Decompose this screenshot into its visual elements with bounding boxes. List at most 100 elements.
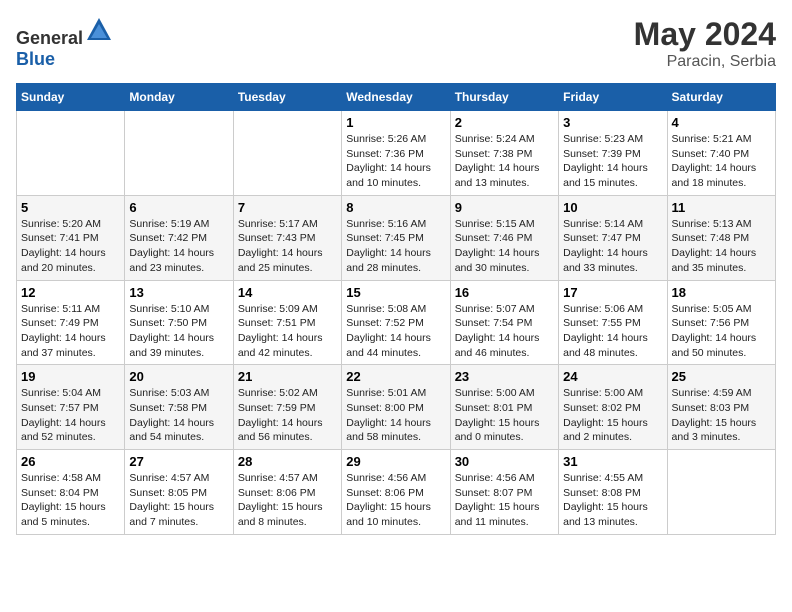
calendar-cell: 12 Sunrise: 5:11 AM Sunset: 7:49 PM Dayli…: [17, 280, 125, 365]
day-number: 14: [238, 285, 337, 300]
calendar-cell: 4 Sunrise: 5:21 AM Sunset: 7:40 PM Daylig…: [667, 111, 775, 196]
day-number: 4: [672, 115, 771, 130]
logo-icon: [85, 16, 113, 44]
day-info: Sunrise: 5:06 AM Sunset: 7:55 PM Dayligh…: [563, 302, 662, 361]
day-number: 1: [346, 115, 445, 130]
calendar-table: SundayMondayTuesdayWednesdayThursdayFrid…: [16, 83, 776, 535]
weekday-header: Friday: [559, 84, 667, 111]
day-number: 28: [238, 454, 337, 469]
day-number: 12: [21, 285, 120, 300]
day-number: 29: [346, 454, 445, 469]
day-number: 20: [129, 369, 228, 384]
day-info: Sunrise: 5:01 AM Sunset: 8:00 PM Dayligh…: [346, 386, 445, 445]
logo-general: General: [16, 28, 83, 48]
day-number: 26: [21, 454, 120, 469]
calendar-cell: 28 Sunrise: 4:57 AM Sunset: 8:06 PM Dayli…: [233, 450, 341, 535]
logo-blue: Blue: [16, 49, 55, 69]
day-number: 9: [455, 200, 554, 215]
day-info: Sunrise: 5:14 AM Sunset: 7:47 PM Dayligh…: [563, 217, 662, 276]
calendar-cell: 23 Sunrise: 5:00 AM Sunset: 8:01 PM Dayli…: [450, 365, 558, 450]
location-title: Paracin, Serbia: [634, 53, 776, 71]
day-info: Sunrise: 5:04 AM Sunset: 7:57 PM Dayligh…: [21, 386, 120, 445]
calendar-cell: 31 Sunrise: 4:55 AM Sunset: 8:08 PM Dayli…: [559, 450, 667, 535]
day-info: Sunrise: 5:23 AM Sunset: 7:39 PM Dayligh…: [563, 132, 662, 191]
day-info: Sunrise: 5:17 AM Sunset: 7:43 PM Dayligh…: [238, 217, 337, 276]
calendar-cell: 11Sunrise: 5:13 AM Sunset: 7:48 PM Dayli…: [667, 195, 775, 280]
weekday-header: Tuesday: [233, 84, 341, 111]
calendar-cell: 16 Sunrise: 5:07 AM Sunset: 7:54 PM Dayli…: [450, 280, 558, 365]
day-number: 15: [346, 285, 445, 300]
title-block: May 2024 Paracin, Serbia: [634, 16, 776, 71]
day-info: Sunrise: 4:56 AM Sunset: 8:07 PM Dayligh…: [455, 471, 554, 530]
day-number: 10: [563, 200, 662, 215]
day-info: Sunrise: 4:56 AM Sunset: 8:06 PM Dayligh…: [346, 471, 445, 530]
day-info: Sunrise: 5:00 AM Sunset: 8:02 PM Dayligh…: [563, 386, 662, 445]
logo: General Blue: [16, 16, 113, 70]
calendar-cell: 5 Sunrise: 5:20 AM Sunset: 7:41 PM Daylig…: [17, 195, 125, 280]
day-number: 18: [672, 285, 771, 300]
day-info: Sunrise: 4:59 AM Sunset: 8:03 PM Dayligh…: [672, 386, 771, 445]
day-number: 22: [346, 369, 445, 384]
day-number: 5: [21, 200, 120, 215]
day-info: Sunrise: 5:07 AM Sunset: 7:54 PM Dayligh…: [455, 302, 554, 361]
calendar-cell: 27 Sunrise: 4:57 AM Sunset: 8:05 PM Dayli…: [125, 450, 233, 535]
day-number: 16: [455, 285, 554, 300]
day-number: 21: [238, 369, 337, 384]
day-info: Sunrise: 5:10 AM Sunset: 7:50 PM Dayligh…: [129, 302, 228, 361]
day-info: Sunrise: 5:19 AM Sunset: 7:42 PM Dayligh…: [129, 217, 228, 276]
day-info: Sunrise: 4:57 AM Sunset: 8:05 PM Dayligh…: [129, 471, 228, 530]
day-info: Sunrise: 5:26 AM Sunset: 7:36 PM Dayligh…: [346, 132, 445, 191]
calendar-cell: 9 Sunrise: 5:15 AM Sunset: 7:46 PM Daylig…: [450, 195, 558, 280]
calendar-cell: 7 Sunrise: 5:17 AM Sunset: 7:43 PM Daylig…: [233, 195, 341, 280]
calendar-cell: 25 Sunrise: 4:59 AM Sunset: 8:03 PM Dayli…: [667, 365, 775, 450]
weekday-header: Thursday: [450, 84, 558, 111]
day-number: 3: [563, 115, 662, 130]
calendar-cell: 19 Sunrise: 5:04 AM Sunset: 7:57 PM Dayli…: [17, 365, 125, 450]
calendar-cell: 15Sunrise: 5:08 AM Sunset: 7:52 PM Dayli…: [342, 280, 450, 365]
calendar-cell: 6 Sunrise: 5:19 AM Sunset: 7:42 PM Daylig…: [125, 195, 233, 280]
day-info: Sunrise: 5:03 AM Sunset: 7:58 PM Dayligh…: [129, 386, 228, 445]
calendar-cell: 14 Sunrise: 5:09 AM Sunset: 7:51 PM Dayli…: [233, 280, 341, 365]
calendar-cell: 30 Sunrise: 4:56 AM Sunset: 8:07 PM Dayli…: [450, 450, 558, 535]
day-info: Sunrise: 5:24 AM Sunset: 7:38 PM Dayligh…: [455, 132, 554, 191]
day-number: 7: [238, 200, 337, 215]
day-number: 6: [129, 200, 228, 215]
weekday-header: Monday: [125, 84, 233, 111]
day-info: Sunrise: 4:57 AM Sunset: 8:06 PM Dayligh…: [238, 471, 337, 530]
day-info: Sunrise: 5:00 AM Sunset: 8:01 PM Dayligh…: [455, 386, 554, 445]
calendar-cell: [233, 111, 341, 196]
calendar-cell: 29 Sunrise: 4:56 AM Sunset: 8:06 PM Dayli…: [342, 450, 450, 535]
day-info: Sunrise: 5:09 AM Sunset: 7:51 PM Dayligh…: [238, 302, 337, 361]
day-number: 19: [21, 369, 120, 384]
day-number: 17: [563, 285, 662, 300]
day-number: 27: [129, 454, 228, 469]
calendar-cell: 1 Sunrise: 5:26 AM Sunset: 7:36 PM Daylig…: [342, 111, 450, 196]
day-info: Sunrise: 5:20 AM Sunset: 7:41 PM Dayligh…: [21, 217, 120, 276]
day-number: 31: [563, 454, 662, 469]
day-number: 2: [455, 115, 554, 130]
calendar-cell: 24Sunrise: 5:00 AM Sunset: 8:02 PM Dayli…: [559, 365, 667, 450]
day-number: 23: [455, 369, 554, 384]
day-number: 30: [455, 454, 554, 469]
calendar-cell: [17, 111, 125, 196]
day-info: Sunrise: 5:15 AM Sunset: 7:46 PM Dayligh…: [455, 217, 554, 276]
calendar-cell: [125, 111, 233, 196]
calendar-cell: [667, 450, 775, 535]
calendar-cell: 13Sunrise: 5:10 AM Sunset: 7:50 PM Dayli…: [125, 280, 233, 365]
weekday-header: Saturday: [667, 84, 775, 111]
day-number: 8: [346, 200, 445, 215]
day-number: 25: [672, 369, 771, 384]
calendar-cell: 22 Sunrise: 5:01 AM Sunset: 8:00 PM Dayli…: [342, 365, 450, 450]
day-info: Sunrise: 4:58 AM Sunset: 8:04 PM Dayligh…: [21, 471, 120, 530]
day-info: Sunrise: 5:11 AM Sunset: 7:49 PM Dayligh…: [21, 302, 120, 361]
calendar-cell: 26 Sunrise: 4:58 AM Sunset: 8:04 PM Dayli…: [17, 450, 125, 535]
calendar-cell: 3 Sunrise: 5:23 AM Sunset: 7:39 PM Daylig…: [559, 111, 667, 196]
day-info: Sunrise: 4:55 AM Sunset: 8:08 PM Dayligh…: [563, 471, 662, 530]
weekday-header: Wednesday: [342, 84, 450, 111]
page-header: General Blue May 2024 Paracin, Serbia: [16, 16, 776, 71]
day-info: Sunrise: 5:16 AM Sunset: 7:45 PM Dayligh…: [346, 217, 445, 276]
day-info: Sunrise: 5:02 AM Sunset: 7:59 PM Dayligh…: [238, 386, 337, 445]
month-title: May 2024: [634, 16, 776, 53]
day-info: Sunrise: 5:05 AM Sunset: 7:56 PM Dayligh…: [672, 302, 771, 361]
day-info: Sunrise: 5:21 AM Sunset: 7:40 PM Dayligh…: [672, 132, 771, 191]
